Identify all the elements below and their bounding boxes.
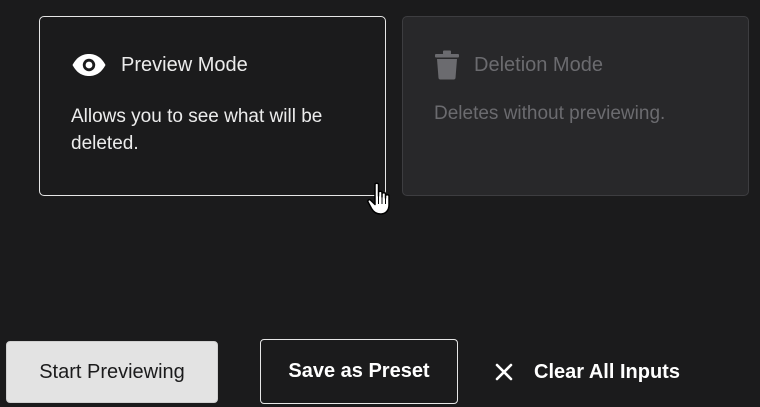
- deletion-mode-title: Deletion Mode: [474, 54, 603, 76]
- save-as-preset-button[interactable]: Save as Preset: [260, 339, 458, 404]
- start-previewing-button[interactable]: Start Previewing: [6, 341, 218, 403]
- preview-mode-header: Preview Mode: [71, 51, 248, 79]
- start-previewing-label: Start Previewing: [39, 360, 185, 383]
- preview-mode-title: Preview Mode: [121, 54, 248, 76]
- deletion-mode-description: Deletes without previewing.: [434, 103, 666, 124]
- clear-all-inputs-label: Clear All Inputs: [534, 360, 680, 383]
- deletion-mode-header: Deletion Mode: [434, 50, 603, 80]
- eye-icon: [71, 51, 107, 79]
- hand-cursor-icon: [366, 181, 394, 222]
- trash-icon: [434, 50, 464, 80]
- clear-all-inputs-button[interactable]: Clear All Inputs: [494, 347, 680, 397]
- preview-mode-card[interactable]: Preview Mode Allows you to see what will…: [39, 16, 386, 196]
- save-as-preset-label: Save as Preset: [288, 360, 430, 382]
- close-icon: [494, 362, 514, 382]
- deletion-mode-card[interactable]: Deletion Mode Deletes without previewing…: [402, 16, 749, 196]
- preview-mode-description: Allows you to see what will be deleted.: [71, 106, 323, 154]
